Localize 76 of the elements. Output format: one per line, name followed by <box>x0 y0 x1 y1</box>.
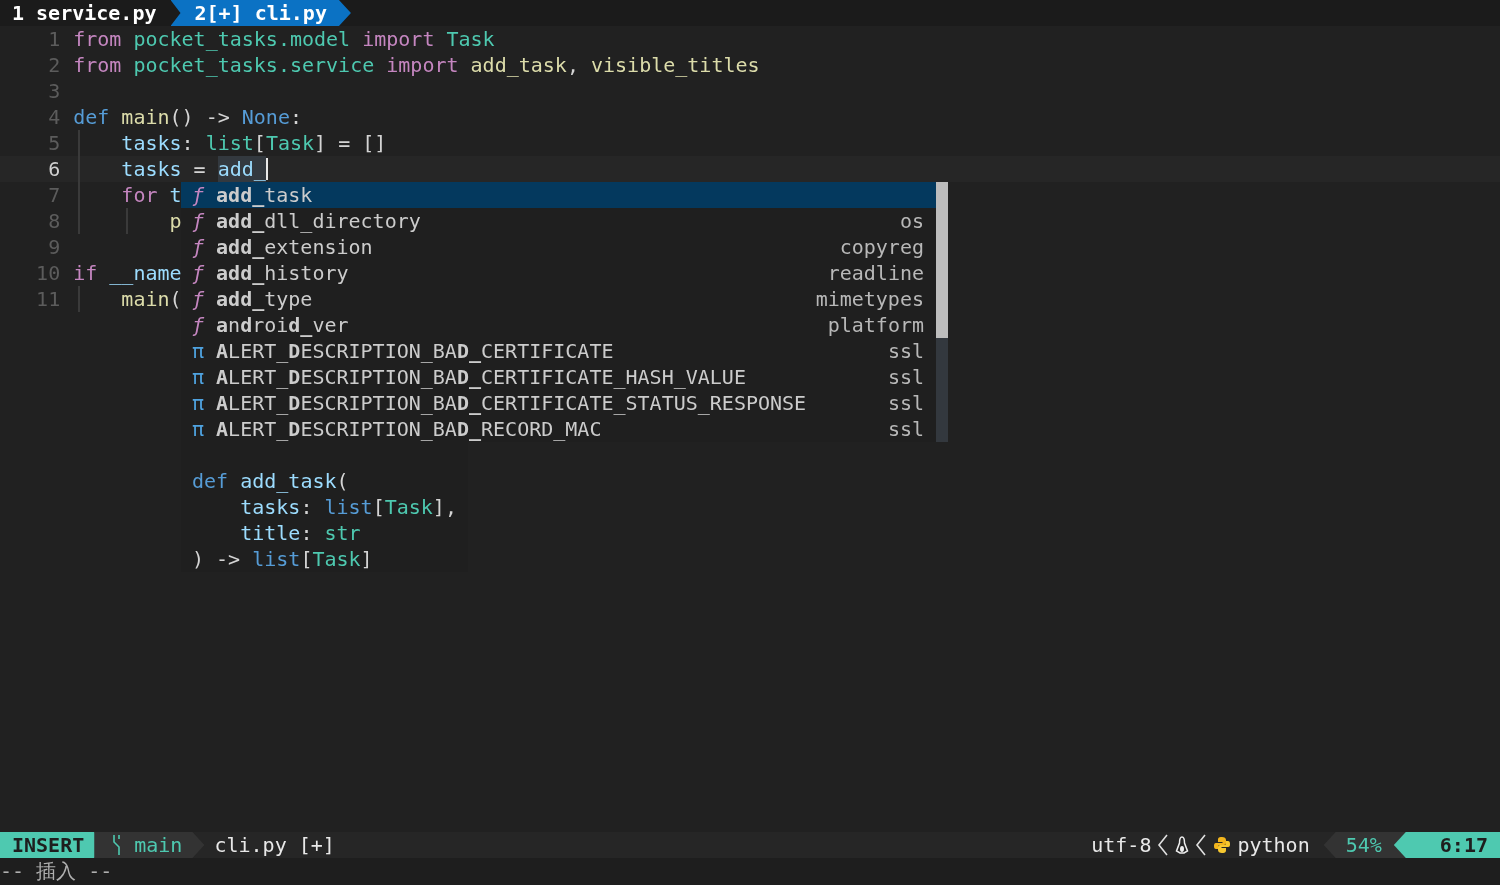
file-type: python <box>1237 832 1310 858</box>
completion-item[interactable]: ƒ android_ver platform <box>181 312 936 338</box>
separator-icon <box>1195 834 1208 856</box>
code-line: def main() -> None: <box>73 104 302 130</box>
completion-label: ALERT_DESCRIPTION_BAD_CERTIFICATE_STATUS_RESPONSE <box>216 391 808 415</box>
code-line: p <box>73 208 182 234</box>
code-line: if __name <box>73 260 182 286</box>
completion-label: add_extension <box>216 235 374 259</box>
code-line: tasks: list[Task] = [] <box>73 130 387 156</box>
constant-icon: π <box>192 365 205 389</box>
encoding: utf-8 <box>1091 832 1152 858</box>
line-number: 4 <box>47 104 61 130</box>
completion-item[interactable]: ƒ add_history readline <box>181 260 936 286</box>
completion-source: os <box>899 209 924 233</box>
constant-icon: π <box>192 417 205 441</box>
completion-label: ALERT_DESCRIPTION_BAD_CERTIFICATE_HASH_VALUE <box>216 365 747 389</box>
line-number: 9 <box>47 234 61 260</box>
line-number: 3 <box>47 78 61 104</box>
completion-label: add_history <box>216 261 350 285</box>
line-number: 1 <box>47 26 61 52</box>
completion-item[interactable]: π ALERT_DESCRIPTION_BAD_CERTIFICATE ssl <box>181 338 936 364</box>
completion-source: ssl <box>887 391 924 415</box>
completion-source: ssl <box>887 365 924 389</box>
completion-item[interactable]: π ALERT_DESCRIPTION_BAD_CERTIFICATE_HASH_VALUE ssl <box>181 364 936 390</box>
code-line: from pocket_tasks.service import add_task, visible_titles <box>73 52 760 78</box>
completion-source: copyreg <box>839 235 924 259</box>
branch-name: main <box>134 832 183 858</box>
line-number: 10 <box>35 260 61 286</box>
function-icon: ƒ <box>192 287 205 311</box>
function-icon: ƒ <box>192 209 205 233</box>
line-number: 11 <box>35 286 61 312</box>
code-line: ) -> list[Task] <box>192 546 374 572</box>
code-line: main( <box>73 286 182 312</box>
completion-source: readline <box>827 261 924 285</box>
completion-item[interactable]: ƒ add_task <box>181 182 936 208</box>
line-number: 2 <box>47 52 61 78</box>
completion-label: add_type <box>216 287 314 311</box>
completion-source: ssl <box>887 339 924 363</box>
cursor-position: 6:17 <box>1393 832 1500 858</box>
function-icon: ƒ <box>192 235 205 259</box>
function-icon: ƒ <box>192 183 205 207</box>
completion-source: ssl <box>887 417 924 441</box>
completion-label: ALERT_DESCRIPTION_BAD_CERTIFICATE <box>216 339 615 363</box>
line-number: 7 <box>47 182 61 208</box>
scrollbar[interactable] <box>936 182 948 442</box>
code-line: from pocket_tasks.model import Task <box>73 26 495 52</box>
separator-icon <box>1157 834 1170 856</box>
completion-label: android_ver <box>216 313 350 337</box>
line-number: 8 <box>47 208 61 234</box>
completion-item[interactable]: ƒ add_type mimetypes <box>181 286 936 312</box>
penguin-icon <box>1175 836 1190 854</box>
line-number: 5 <box>47 130 61 156</box>
completion-item[interactable]: ƒ add_extension copyreg <box>181 234 936 260</box>
code-line: tasks = add_ <box>73 156 268 182</box>
constant-icon: π <box>192 339 205 363</box>
function-icon: ƒ <box>192 313 205 337</box>
python-icon <box>1213 836 1232 854</box>
completion-item[interactable]: π ALERT_DESCRIPTION_BAD_CERTIFICATE_STATUS_RESPONSE ssl <box>181 390 936 416</box>
code-line: def add_task( <box>192 468 350 494</box>
constant-icon: π <box>192 391 205 415</box>
completion-label: add_dll_directory <box>216 209 422 233</box>
code-line: title: str <box>239 520 362 546</box>
code-line: for t <box>73 182 182 208</box>
branch-icon <box>112 834 123 856</box>
completion-label: ALERT_DESCRIPTION_BAD_RECORD_MAC <box>216 417 603 441</box>
line-number: 6 <box>47 156 61 182</box>
completion-source: mimetypes <box>815 287 924 311</box>
file-name: cli.py [+] <box>214 832 335 858</box>
completion-source: platform <box>827 313 924 337</box>
completion-item[interactable]: ƒ add_dll_directory os <box>181 208 936 234</box>
completion-item[interactable]: π ALERT_DESCRIPTION_BAD_RECORD_MAC ssl <box>181 416 936 442</box>
text-cursor <box>265 158 268 180</box>
code-line: tasks: list[Task], <box>239 494 458 520</box>
completion-label: add_task <box>216 183 314 207</box>
function-icon: ƒ <box>192 261 205 285</box>
buffer-tab[interactable]: 2[+] cli.py <box>170 0 351 26</box>
